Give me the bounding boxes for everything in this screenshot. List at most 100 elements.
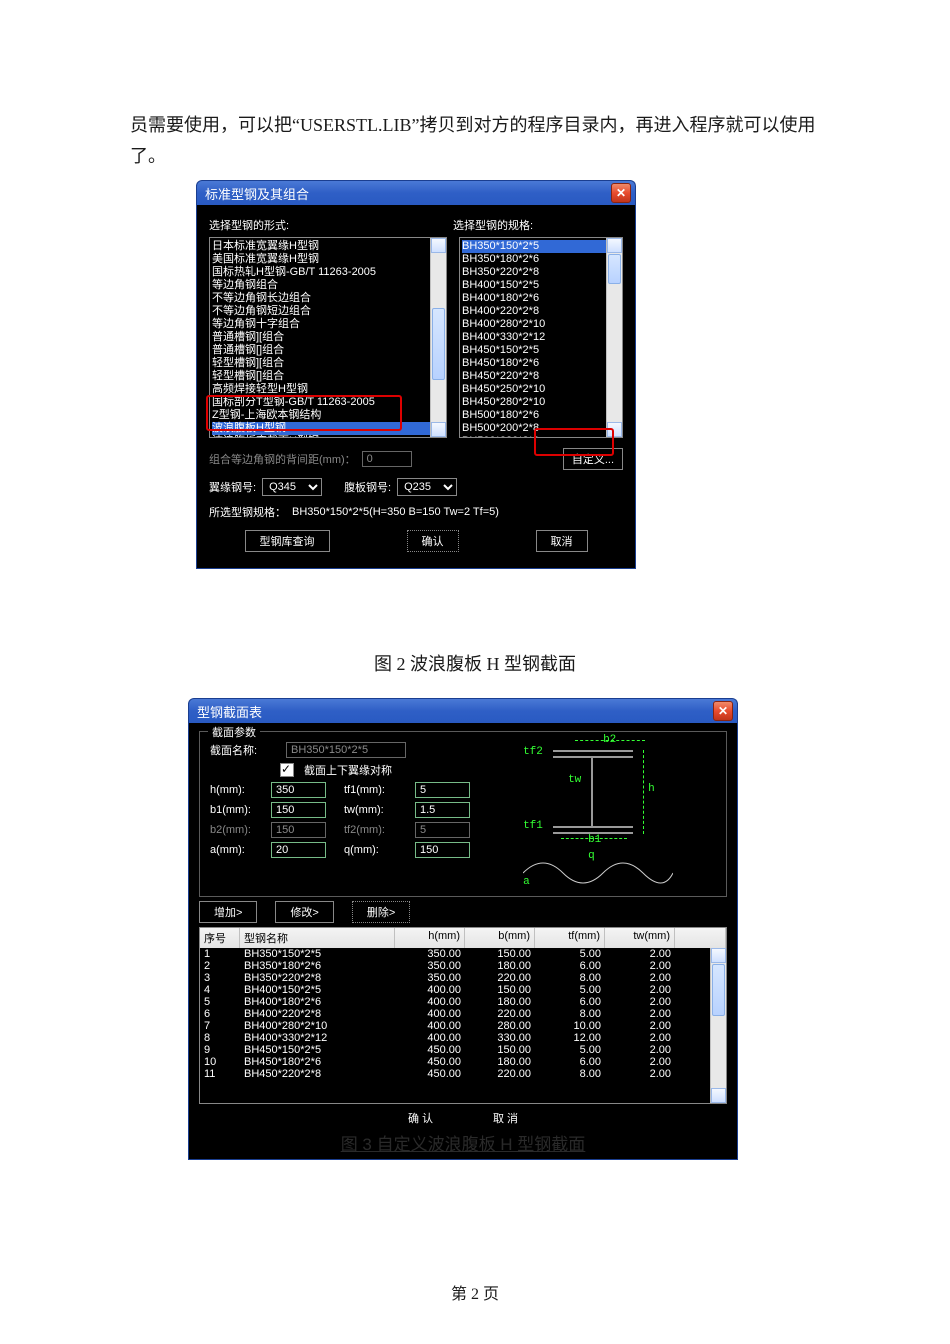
list-item[interactable]: 日本标准宽翼缘H型钢 — [212, 240, 444, 253]
b2-input — [271, 822, 326, 838]
list-item[interactable]: 波浪腹板变截面H型钢 — [212, 435, 444, 438]
b1-input[interactable] — [271, 802, 326, 818]
table-row[interactable]: 9BH450*150*2*5450.00150.005.002.00 — [200, 1044, 726, 1056]
a-label: a(mm): — [210, 844, 265, 856]
list-item[interactable]: BH400*280*2*10 — [462, 318, 620, 331]
cancel-button-2[interactable]: 取 消 — [493, 1110, 518, 1126]
list-item[interactable]: BH450*280*2*10 — [462, 396, 620, 409]
name-label: 截面名称: — [210, 742, 280, 758]
tf1-input[interactable] — [415, 782, 470, 798]
page-footer: 第 2 页 — [0, 1280, 950, 1304]
symmetry-label: 截面上下翼缘对称 — [304, 762, 392, 778]
list-item[interactable]: BH400*180*2*6 — [462, 292, 620, 305]
list-item[interactable]: BH450*180*2*6 — [462, 357, 620, 370]
h-label: h(mm): — [210, 784, 265, 796]
list-item[interactable]: BH500*220*2*8 — [462, 435, 620, 438]
table-row[interactable]: 5BH400*180*2*6400.00180.006.002.00 — [200, 996, 726, 1008]
titlebar-2[interactable]: 型钢截面表 ✕ — [188, 698, 738, 723]
table-row[interactable]: 1BH350*150*2*5350.00150.005.002.00 — [200, 948, 726, 960]
name-input — [286, 742, 406, 758]
query-button[interactable]: 型钢库查询 — [245, 530, 330, 552]
b1-label: b1(mm): — [210, 804, 265, 816]
b2-label: b2(mm): — [210, 824, 265, 836]
list-item[interactable]: 国标热轧H型钢-GB/T 11263-2005 — [212, 266, 444, 279]
steel-spec-listbox[interactable]: BH350*150*2*5BH350*180*2*6BH350*220*2*8B… — [459, 237, 623, 438]
ok-button-1[interactable]: 确认 — [407, 530, 459, 552]
flange-label: 翼缘钢号: — [209, 479, 256, 495]
section-diagram: b2 tf2 tw h tf1 b1 q a — [503, 738, 693, 888]
list-item[interactable]: 国标剖分T型钢-GB/T 11263-2005 — [212, 396, 444, 409]
list-item[interactable]: 轻型槽钢][组合 — [212, 357, 444, 370]
list-item[interactable]: 普通槽钢[]组合 — [212, 344, 444, 357]
table-row[interactable]: 6BH400*220*2*8400.00220.008.002.00 — [200, 1008, 726, 1020]
tf1-label: tf1(mm): — [344, 784, 409, 796]
list-item[interactable]: BH400*220*2*8 — [462, 305, 620, 318]
title-2: 型钢截面表 — [197, 702, 713, 721]
list-item[interactable]: 普通槽钢][组合 — [212, 331, 444, 344]
web-label: 腹板钢号: — [344, 479, 391, 495]
symmetry-checkbox[interactable] — [280, 763, 294, 777]
web-select[interactable]: Q235 — [397, 478, 457, 496]
figure-2-caption: 图 2 波浪腹板 H 型钢截面 — [0, 650, 950, 676]
list-item[interactable]: BH350*180*2*6 — [462, 253, 620, 266]
left-list-label: 选择型钢的形式: — [209, 217, 447, 233]
table-row[interactable]: 2BH350*180*2*6350.00180.006.002.00 — [200, 960, 726, 972]
result-label: 所选型钢规格： — [209, 504, 286, 520]
a-input[interactable] — [271, 842, 326, 858]
h-input[interactable] — [271, 782, 326, 798]
list-item[interactable]: 不等边角钢短边组合 — [212, 305, 444, 318]
title-1: 标准型钢及其组合 — [205, 184, 611, 203]
wave-icon — [523, 858, 673, 888]
table-row[interactable]: 4BH400*150*2*5400.00150.005.002.00 — [200, 984, 726, 996]
list-item[interactable]: 高频焊接轻型H型钢 — [212, 383, 444, 396]
close-icon[interactable]: ✕ — [713, 701, 733, 721]
titlebar-1[interactable]: 标准型钢及其组合 ✕ — [196, 180, 636, 205]
scrollbar-specs[interactable] — [606, 238, 622, 437]
tw-label: tw(mm): — [344, 804, 409, 816]
list-item[interactable]: BH400*330*2*12 — [462, 331, 620, 344]
list-item[interactable]: BH450*220*2*8 — [462, 370, 620, 383]
close-icon[interactable]: ✕ — [611, 183, 631, 203]
list-item[interactable]: 美国标准宽翼缘H型钢 — [212, 253, 444, 266]
custom-button[interactable]: 自定义... — [563, 448, 623, 470]
modify-button[interactable]: 修改> — [275, 901, 333, 923]
steel-form-listbox[interactable]: 日本标准宽翼缘H型钢美国标准宽翼缘H型钢国标热轧H型钢-GB/T 11263-2… — [209, 237, 447, 438]
list-item[interactable]: Z型钢-上海欧本钢结构 — [212, 409, 444, 422]
delete-button[interactable]: 删除> — [352, 901, 410, 923]
add-button[interactable]: 增加> — [199, 901, 257, 923]
list-item[interactable]: BH450*150*2*5 — [462, 344, 620, 357]
table-header: 序号 型钢名称 h(mm) b(mm) tf(mm) tw(mm) — [200, 928, 726, 948]
dialog-section-table: 型钢截面表 ✕ 截面参数 截面名称: 截面上下翼缘对称 h(mm): — [188, 698, 738, 1160]
q-label: q(mm): — [344, 844, 409, 856]
tw-input[interactable] — [415, 802, 470, 818]
list-item[interactable]: 不等边角钢长边组合 — [212, 292, 444, 305]
list-item[interactable]: 波浪腹板H型钢 — [212, 422, 444, 435]
list-item[interactable]: BH350*150*2*5 — [462, 240, 620, 253]
list-item[interactable]: 等边角钢组合 — [212, 279, 444, 292]
tf2-input — [415, 822, 470, 838]
list-item[interactable]: BH450*250*2*10 — [462, 383, 620, 396]
scrollbar-forms[interactable] — [430, 238, 446, 437]
list-item[interactable]: 等边角钢十字组合 — [212, 318, 444, 331]
list-item[interactable]: BH500*200*2*8 — [462, 422, 620, 435]
cancel-button-1[interactable]: 取消 — [536, 530, 588, 552]
combo-spacing-input — [362, 451, 412, 467]
flange-select[interactable]: Q345 — [262, 478, 322, 496]
list-item[interactable]: BH400*150*2*5 — [462, 279, 620, 292]
table-row[interactable]: 10BH450*180*2*6450.00180.006.002.00 — [200, 1056, 726, 1068]
table-row[interactable]: 11BH450*220*2*8450.00220.008.002.00 — [200, 1068, 726, 1080]
list-item[interactable]: BH500*180*2*6 — [462, 409, 620, 422]
list-item[interactable]: 轻型槽钢[]组合 — [212, 370, 444, 383]
list-item[interactable]: BH350*220*2*8 — [462, 266, 620, 279]
right-list-label: 选择型钢的规格: — [453, 217, 623, 233]
table-row[interactable]: 7BH400*280*2*10400.00280.0010.002.00 — [200, 1020, 726, 1032]
table-row[interactable]: 8BH400*330*2*12400.00330.0012.002.00 — [200, 1032, 726, 1044]
ok-button-2[interactable]: 确 认 — [408, 1110, 433, 1126]
tf2-label: tf2(mm): — [344, 824, 409, 836]
result-value: BH350*150*2*5(H=350 B=150 Tw=2 Tf=5) — [292, 506, 499, 518]
combo-label: 组合等边角钢的背间距(mm)： — [209, 451, 356, 467]
table-row[interactable]: 3BH350*220*2*8350.00220.008.002.00 — [200, 972, 726, 984]
figure-3-caption: 图 3 自定义波浪腹板 H 型钢截面 — [199, 1130, 727, 1155]
q-input[interactable] — [415, 842, 470, 858]
scrollbar-table[interactable] — [710, 948, 726, 1103]
